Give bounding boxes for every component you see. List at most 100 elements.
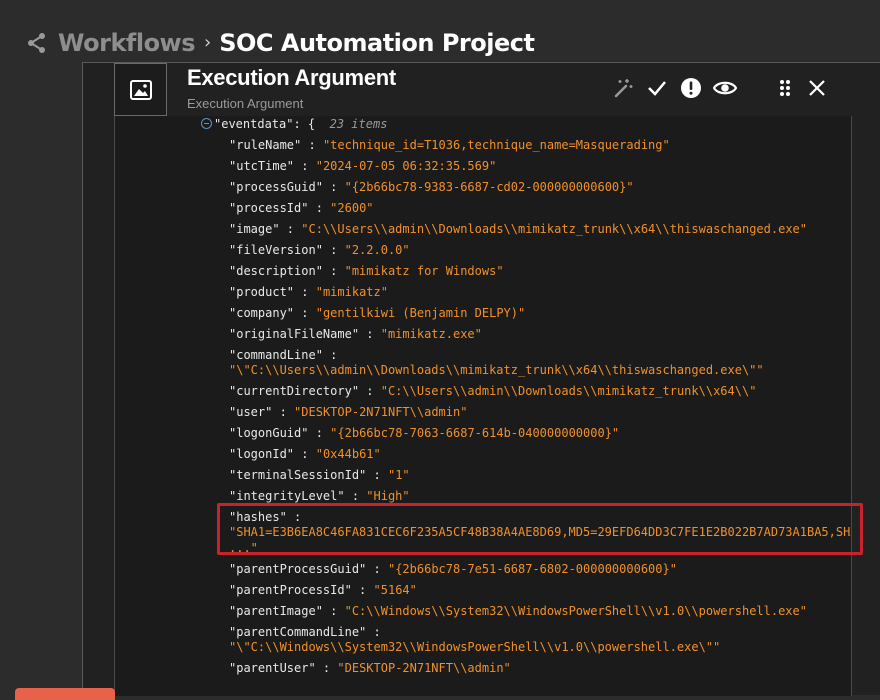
json-line: "company" : "gentilkiwi (Benjamin DELPY)…: [229, 306, 525, 320]
json-colon: :: [294, 285, 316, 299]
json-value: "mimikatz": [315, 285, 388, 299]
json-key: "utcTime": [229, 159, 295, 173]
json-key: "parentUser": [229, 661, 316, 675]
bottom-action-button[interactable]: [15, 688, 115, 700]
json-key: "integrityLevel": [229, 489, 345, 503]
json-line: "user" : "DESKTOP-2N71NFT\\admin": [229, 405, 467, 419]
json-value: "DESKTOP-2N71NFT\\admin": [337, 661, 511, 675]
json-colon: :: [366, 562, 388, 576]
json-value: "High": [366, 489, 410, 503]
json-value: "mimikatz.exe": [380, 327, 482, 341]
json-value: "{2b66bc78-7063-6687-614b-040000000000}": [330, 426, 620, 440]
json-value: "1": [387, 468, 410, 482]
json-colon: :: [359, 384, 381, 398]
json-colon: :: [294, 159, 316, 173]
json-line: "integrityLevel" : "High": [229, 489, 410, 503]
json-colon: :: [359, 327, 381, 341]
json-root-key: "eventdata": [214, 117, 294, 131]
json-value-continued: "\"C:\\Users\\admin\\Downloads\\mimikatz…: [229, 363, 764, 377]
image-icon-box: [114, 63, 167, 116]
json-colon: :: [344, 489, 367, 503]
json-line: "image" : "C:\\Users\\admin\\Downloads\\…: [229, 222, 807, 236]
json-line: "terminalSessionId" : "1": [229, 468, 410, 482]
json-value: "{2b66bc78-7e51-6687-6802-000000000600}": [387, 562, 677, 576]
json-line: "originalFileName" : "mimikatz.exe": [229, 327, 482, 341]
json-line: "processId" : "2600": [229, 201, 374, 215]
breadcrumb: Workflows › SOC Automation Project: [26, 26, 535, 60]
drag-handle[interactable]: [773, 76, 797, 100]
json-colon: :: [351, 583, 374, 597]
preview-button[interactable]: [713, 76, 737, 100]
close-icon: [809, 80, 825, 96]
json-line: "ruleName" : "technique_id=T1036,techniq…: [229, 138, 670, 152]
json-value: "C:\\Windows\\System32\\WindowsPowerShel…: [344, 604, 807, 618]
collapse-toggle-icon[interactable]: [201, 118, 212, 129]
json-key: "parentProcessGuid": [229, 562, 367, 576]
json-value: "{2b66bc78-9383-6687-cd02-000000000600}": [344, 180, 634, 194]
json-key: "commandLine": [229, 348, 323, 362]
breadcrumb-current: SOC Automation Project: [219, 29, 535, 57]
json-line: "parentUser" : "DESKTOP-2N71NFT\\admin": [229, 661, 511, 675]
json-key: "processGuid": [229, 180, 323, 194]
breadcrumb-workflows-link[interactable]: Workflows: [58, 29, 196, 57]
exclamation-icon: [681, 78, 701, 98]
json-colon: :: [279, 222, 302, 236]
json-key: "parentCommandLine": [229, 625, 367, 639]
json-line: "fileVersion" : "2.2.0.0": [229, 243, 410, 257]
json-key: "terminalSessionId": [229, 468, 367, 482]
json-key: "currentDirectory": [229, 384, 360, 398]
json-line: "logonId" : "0x44b61": [229, 447, 381, 461]
close-button[interactable]: [805, 76, 829, 100]
json-colon: :: [322, 604, 345, 618]
execution-argument-panel: Execution Argument Execution Argument "e…: [82, 62, 880, 696]
json-colon: :: [366, 625, 388, 639]
json-line: "parentCommandLine" :: [229, 625, 388, 639]
json-line: "description" : "mimikatz for Windows": [229, 264, 504, 278]
json-colon: :: [322, 264, 345, 278]
json-line: "parentProcessGuid" : "{2b66bc78-7e51-66…: [229, 562, 677, 576]
json-line: "commandLine" :: [229, 348, 345, 362]
json-value: "C:\\Users\\admin\\Downloads\\mimikatz_t…: [380, 384, 757, 398]
magic-wand-button[interactable]: [611, 76, 635, 100]
json-line: "utcTime" : "2024-07-05 06:32:35.569": [229, 159, 496, 173]
json-editor[interactable]: "eventdata": { 23 items "ruleName" : "te…: [114, 116, 852, 696]
json-key: "logonGuid": [229, 426, 309, 440]
json-value: "0x44b61": [315, 447, 381, 461]
hashes-highlight-box: [217, 503, 863, 555]
json-value: "2.2.0.0": [344, 243, 410, 257]
check-icon: [648, 81, 666, 96]
json-key: "company": [229, 306, 295, 320]
json-value: "mimikatz for Windows": [344, 264, 504, 278]
confirm-button[interactable]: [645, 76, 669, 100]
json-key: "logonId": [229, 447, 295, 461]
json-key: "processId": [229, 201, 309, 215]
json-key: "fileVersion": [229, 243, 323, 257]
json-colon: :: [308, 201, 331, 215]
drag-handle-icon: [780, 80, 790, 96]
json-colon: :: [366, 468, 388, 482]
json-key: "parentProcessId": [229, 583, 352, 597]
breadcrumb-separator: ›: [204, 31, 212, 53]
json-colon: :: [315, 661, 338, 675]
workflow-icon: [28, 33, 45, 53]
json-key: "originalFileName": [229, 327, 360, 341]
json-key: "product": [229, 285, 295, 299]
json-colon: :: [322, 348, 345, 362]
panel-toolbar: [611, 76, 839, 100]
json-value: "gentilkiwi (Benjamin DELPY)": [315, 306, 526, 320]
json-colon: :: [322, 243, 345, 257]
json-key: "image": [229, 222, 280, 236]
json-value-continued: "\"C:\\Windows\\System32\\WindowsPowerSh…: [229, 640, 721, 654]
json-line: "parentProcessId" : "5164": [229, 583, 417, 597]
json-value: "2024-07-05 06:32:35.569": [315, 159, 497, 173]
json-key: "ruleName": [229, 138, 302, 152]
alert-button[interactable]: [679, 76, 703, 100]
json-line: "logonGuid" : "{2b66bc78-7063-6687-614b-…: [229, 426, 619, 440]
json-line: "processGuid" : "{2b66bc78-9383-6687-cd0…: [229, 180, 634, 194]
json-value: "5164": [373, 583, 417, 597]
json-colon: :: [294, 306, 316, 320]
json-key: "parentImage": [229, 604, 323, 618]
json-root-open: : {: [293, 117, 316, 131]
json-value: "DESKTOP-2N71NFT\\admin": [294, 405, 468, 419]
panel-subtitle: Execution Argument: [187, 96, 304, 111]
